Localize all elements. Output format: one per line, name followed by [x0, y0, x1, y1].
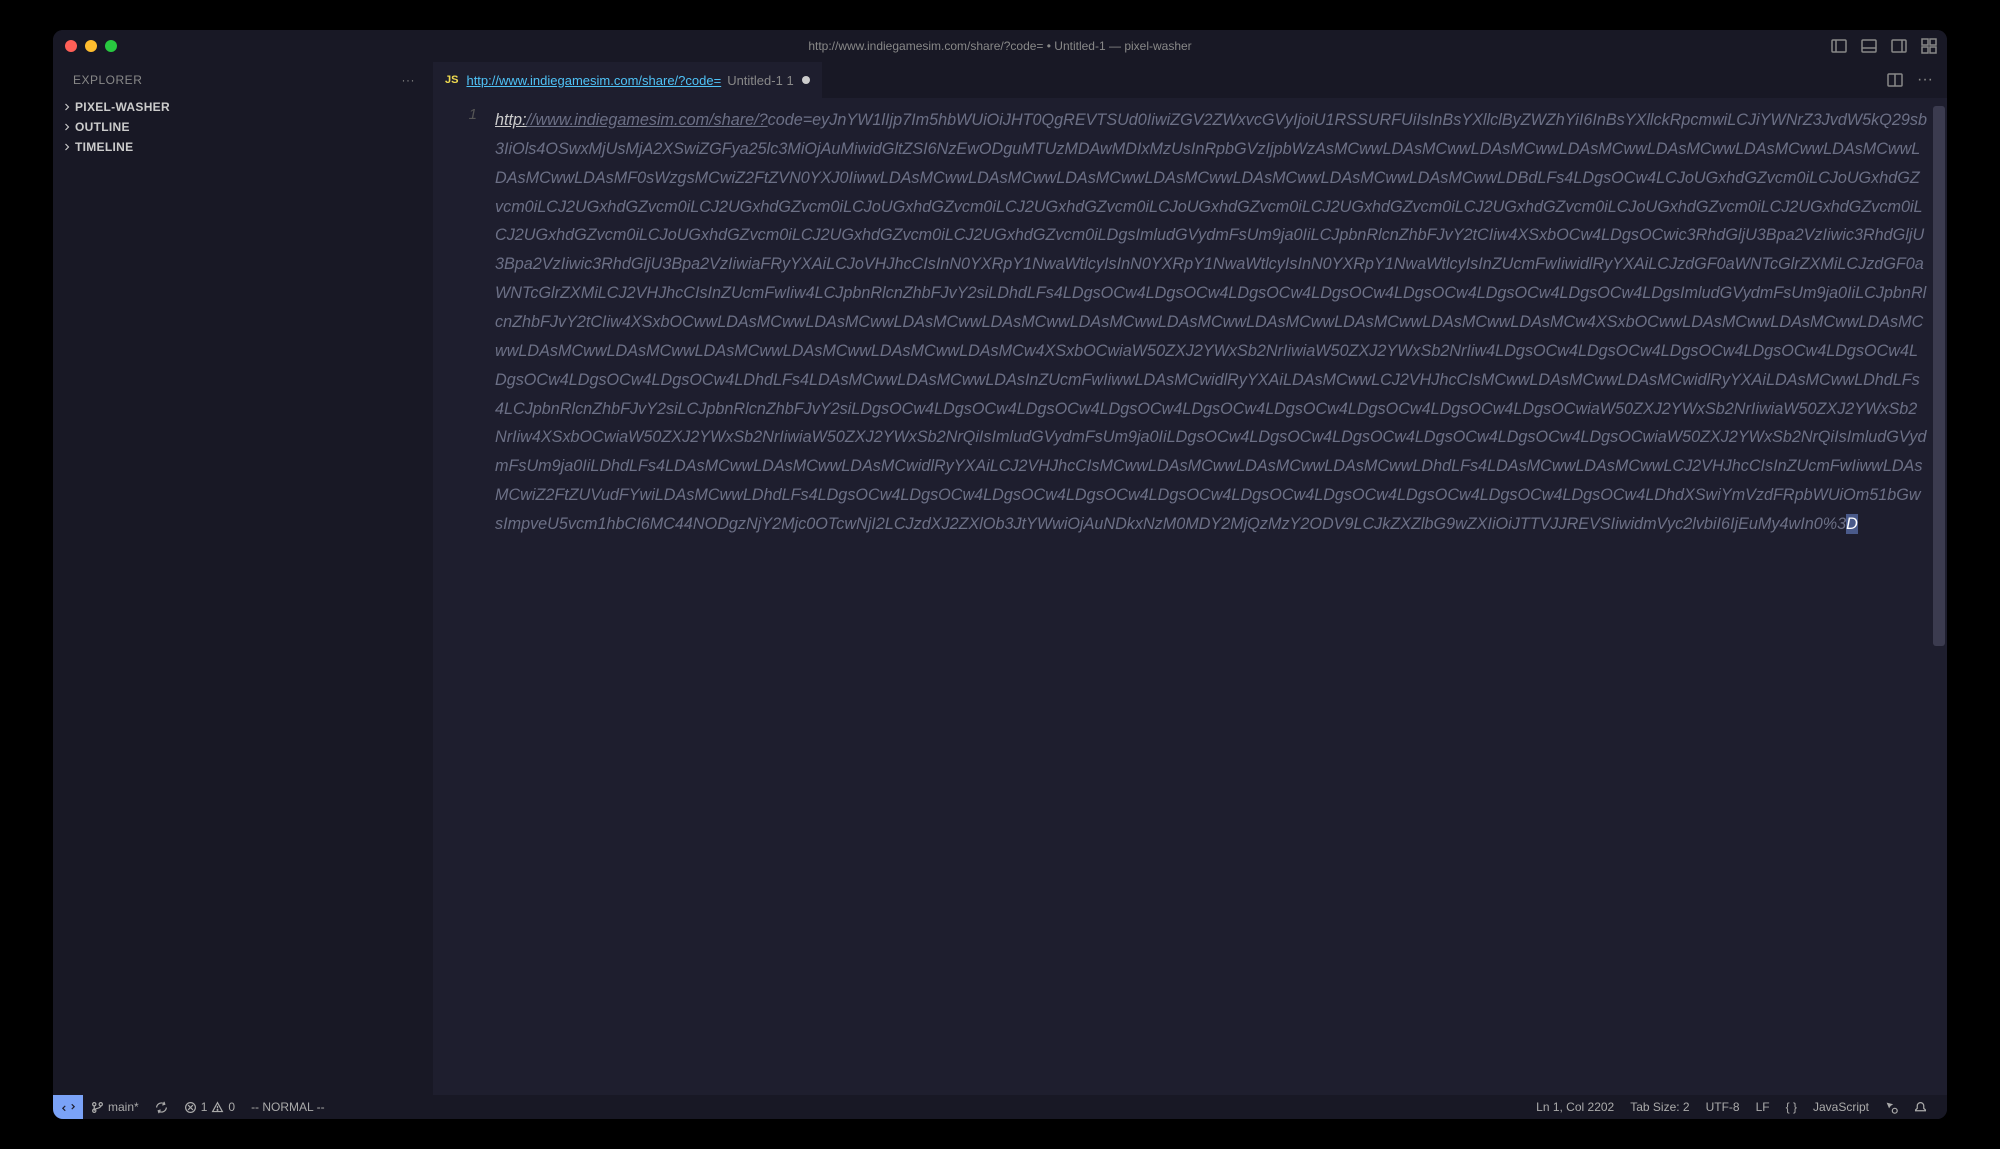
branch-icon — [91, 1101, 104, 1114]
vim-mode: -- NORMAL -- — [243, 1100, 333, 1114]
code-body[interactable]: http://www.indiegamesim.com/share/?code=… — [495, 98, 1947, 1095]
window-title: http://www.indiegamesim.com/share/?code=… — [808, 39, 1191, 53]
sidebar-outline[interactable]: OUTLINE — [53, 117, 433, 137]
sidebar-header: EXPLORER ··· — [53, 62, 433, 97]
minimize-window-button[interactable] — [85, 40, 97, 52]
sync-icon — [155, 1101, 168, 1114]
line-number: 1 — [433, 106, 477, 123]
window-controls — [53, 40, 117, 52]
tab-size[interactable]: Tab Size: 2 — [1622, 1100, 1697, 1114]
tab-active[interactable]: JS http://www.indiegamesim.com/share/?co… — [433, 62, 823, 98]
maximize-window-button[interactable] — [105, 40, 117, 52]
statusbar: main* 1 0 -- NORMAL -- Ln 1, Col 2202 Ta… — [53, 1095, 1947, 1119]
language-mode[interactable]: JavaScript — [1805, 1100, 1877, 1114]
cursor-position[interactable]: Ln 1, Col 2202 — [1528, 1100, 1622, 1114]
js-file-icon: JS — [445, 74, 458, 86]
chevron-right-icon — [61, 101, 73, 113]
layout-customize-icon[interactable] — [1921, 38, 1937, 54]
chevron-right-icon — [61, 141, 73, 153]
sidebar-folder-pixel-washer[interactable]: PIXEL-WASHER — [53, 97, 433, 117]
line-gutter: 1 — [433, 98, 495, 1095]
problems[interactable]: 1 0 — [176, 1100, 243, 1114]
editor-tab-actions: ··· — [1873, 62, 1947, 98]
unsaved-indicator — [802, 76, 810, 84]
app-window: http://www.indiegamesim.com/share/?code=… — [53, 30, 1947, 1119]
title-actions — [1831, 38, 1937, 54]
error-icon — [184, 1101, 197, 1114]
sidebar-timeline[interactable]: TIMELINE — [53, 137, 433, 157]
remote-indicator[interactable] — [53, 1095, 83, 1119]
tab-filename: http://www.indiegamesim.com/share/?code= — [466, 73, 721, 88]
toggle-secondary-sidebar-icon[interactable] — [1891, 38, 1907, 54]
editor-more-icon[interactable]: ··· — [1917, 71, 1933, 89]
toggle-panel-icon[interactable] — [1861, 38, 1877, 54]
text-cursor: D — [1846, 514, 1858, 534]
encoding[interactable]: UTF-8 — [1698, 1100, 1748, 1114]
sidebar-title: EXPLORER — [73, 73, 142, 87]
editor-area: JS http://www.indiegamesim.com/share/?co… — [433, 62, 1947, 1095]
warning-icon — [211, 1101, 224, 1114]
bracket-pair[interactable]: { } — [1778, 1100, 1805, 1114]
explorer-sidebar: EXPLORER ··· PIXEL-WASHER OUTLINE TIMELI… — [53, 62, 433, 1095]
sidebar-more-button[interactable]: ··· — [402, 73, 416, 87]
editor-viewport[interactable]: 1 http://www.indiegamesim.com/share/?cod… — [433, 98, 1947, 1095]
feedback-icon[interactable] — [1877, 1101, 1906, 1114]
chevron-right-icon — [61, 121, 73, 133]
close-window-button[interactable] — [65, 40, 77, 52]
vertical-scrollbar[interactable] — [1933, 106, 1945, 646]
titlebar: http://www.indiegamesim.com/share/?code=… — [53, 30, 1947, 62]
eol[interactable]: LF — [1748, 1100, 1778, 1114]
toggle-primary-sidebar-icon[interactable] — [1831, 38, 1847, 54]
tab-suffix: Untitled-1 1 — [727, 73, 794, 88]
tabbar: JS http://www.indiegamesim.com/share/?co… — [433, 62, 1947, 98]
git-sync[interactable] — [147, 1101, 176, 1114]
split-editor-icon[interactable] — [1887, 72, 1903, 88]
notifications-icon[interactable] — [1906, 1101, 1935, 1114]
git-branch[interactable]: main* — [83, 1100, 147, 1114]
